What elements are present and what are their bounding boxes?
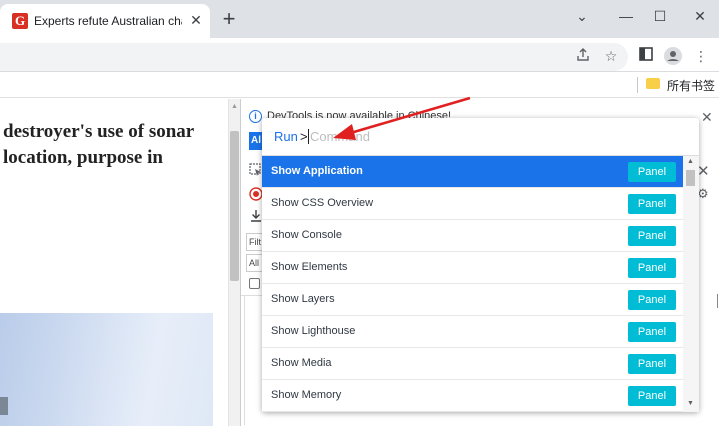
command-prompt-prefix: > (300, 129, 308, 144)
profile-icon[interactable] (663, 47, 683, 65)
tab-close-icon[interactable]: ✕ (188, 12, 204, 28)
star-icon[interactable]: ☆ (601, 47, 621, 65)
command-item[interactable]: Show Layers Panel (262, 284, 683, 316)
web-page: destroyer's use of sonar location, purpo… (0, 99, 228, 426)
tab-search-icon[interactable]: ⌄ (570, 6, 594, 26)
site-favicon-icon: G (12, 13, 28, 29)
text-caret (308, 129, 309, 144)
panel-badge: Panel (628, 386, 676, 406)
address-bar[interactable] (0, 43, 628, 71)
article-heading: destroyer's use of sonar location, purpo… (0, 119, 228, 171)
divider (244, 295, 245, 425)
command-input[interactable]: Command (310, 129, 370, 144)
panel-badge: Panel (628, 194, 676, 214)
minimize-button[interactable]: — (614, 6, 638, 26)
command-prompt-run: Run (274, 129, 298, 144)
close-icon[interactable]: ✕ (701, 109, 713, 126)
command-item-label: Show CSS Overview (271, 197, 374, 209)
all-bookmarks-link[interactable]: 所有书签 (667, 77, 715, 94)
command-item-label: Show Lighthouse (271, 325, 356, 337)
scroll-up-icon[interactable]: ▲ (687, 158, 694, 165)
info-icon: i (249, 110, 262, 123)
command-item-label: Show Elements (271, 261, 348, 273)
tab-title: Experts refute Australian char (34, 14, 182, 28)
command-item-label: Show Layers (271, 293, 335, 305)
bookmarks-divider (637, 77, 638, 93)
panel-resize-handle[interactable] (717, 294, 718, 308)
close-window-button[interactable]: ✕ (688, 6, 712, 26)
menu-icon[interactable]: ⋮ (691, 47, 711, 65)
article-line: destroyer's use of sonar (3, 121, 195, 142)
command-item[interactable]: Show Memory Panel (262, 380, 683, 412)
command-item[interactable]: Show Media Panel (262, 348, 683, 380)
panel-badge: Panel (628, 322, 676, 342)
scroll-down-icon[interactable]: ▼ (687, 400, 694, 407)
devtools-checkbox[interactable] (249, 278, 260, 289)
maximize-button[interactable]: ☐ (648, 6, 672, 26)
panel-badge: Panel (628, 354, 676, 374)
panel-badge: Panel (628, 258, 676, 278)
scrollbar-thumb[interactable] (686, 170, 695, 186)
command-item[interactable]: Show Application Panel (262, 156, 683, 188)
image-detail (0, 397, 8, 415)
article-line: location, purpose in (3, 147, 163, 168)
command-item[interactable]: Show Lighthouse Panel (262, 316, 683, 348)
bookmarks-bar: 所有书签 (0, 72, 719, 98)
new-tab-button[interactable]: + (219, 8, 239, 30)
command-item-label: Show Media (271, 357, 332, 369)
command-item-label: Show Console (271, 229, 342, 241)
panel-badge: Panel (628, 162, 676, 182)
scroll-up-icon[interactable]: ▲ (231, 103, 238, 110)
tab-strip: G Experts refute Australian char ✕ + ⌄ —… (0, 0, 719, 38)
command-item[interactable]: Show Elements Panel (262, 252, 683, 284)
browser-toolbar: ☆ ⋮ (0, 38, 719, 72)
panel-badge: Panel (628, 290, 676, 310)
page-scrollbar[interactable]: ▲ (228, 99, 240, 426)
side-panel-icon[interactable] (636, 47, 656, 65)
command-item[interactable]: Show Console Panel (262, 220, 683, 252)
command-item-label: Show Memory (271, 389, 342, 401)
browser-tab[interactable]: G Experts refute Australian char ✕ (0, 4, 210, 38)
scrollbar-thumb[interactable] (230, 131, 239, 281)
command-item-label: Show Application (271, 165, 363, 177)
folder-icon (646, 78, 660, 89)
panel-badge: Panel (628, 226, 676, 246)
command-list-scrollbar[interactable]: ▲ ▼ (683, 156, 699, 412)
command-list: Show Application Panel Show CSS Overview Pa… (262, 156, 683, 412)
share-icon[interactable] (573, 47, 593, 65)
command-menu: Run > Command Show Application Panel Show … (262, 118, 699, 412)
command-item[interactable]: Show CSS Overview Panel (262, 188, 683, 220)
article-image (0, 313, 213, 426)
